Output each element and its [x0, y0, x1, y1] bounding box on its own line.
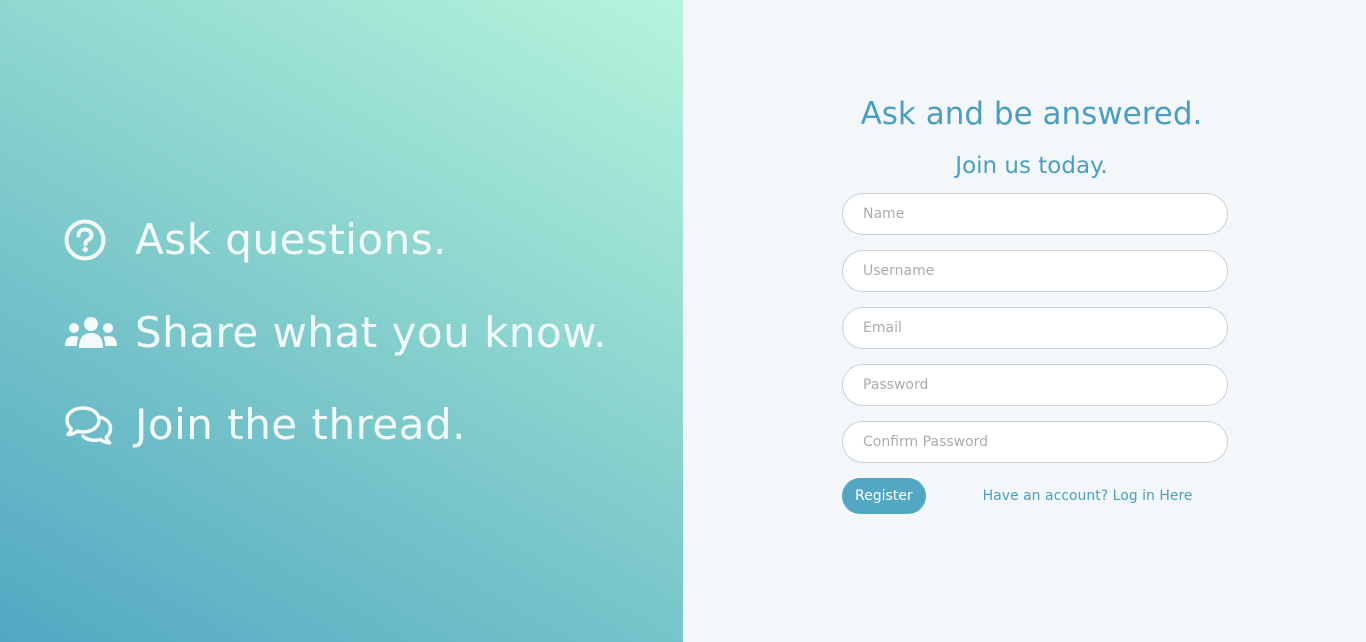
username-field[interactable]	[842, 250, 1228, 292]
password-field[interactable]	[842, 364, 1228, 406]
feature-text: Ask questions.	[135, 215, 447, 264]
form-actions: Register Have an account? Log in Here	[842, 478, 1228, 514]
login-link[interactable]: Have an account? Log in Here	[983, 488, 1193, 504]
page-title: Ask and be answered.	[860, 96, 1203, 132]
feature-share-knowledge: Share what you know.	[64, 308, 607, 357]
confirm-password-field[interactable]	[842, 421, 1228, 463]
question-circle-icon	[64, 217, 118, 263]
users-icon	[64, 310, 118, 356]
feature-text: Share what you know.	[135, 308, 608, 357]
name-field[interactable]	[842, 193, 1228, 235]
register-panel: Ask and be answered. Join us today. Regi…	[683, 0, 1366, 642]
feature-ask-questions: Ask questions.	[64, 215, 447, 264]
comments-icon	[64, 402, 118, 448]
feature-text: Join the thread.	[135, 400, 467, 449]
features-panel: Ask questions. Share what you know. Join…	[0, 0, 683, 642]
register-form: Register Have an account? Log in Here	[842, 193, 1228, 514]
page-subtitle: Join us today.	[955, 153, 1108, 179]
email-field[interactable]	[842, 307, 1228, 349]
register-button[interactable]: Register	[842, 478, 926, 514]
feature-join-thread: Join the thread.	[64, 400, 466, 449]
